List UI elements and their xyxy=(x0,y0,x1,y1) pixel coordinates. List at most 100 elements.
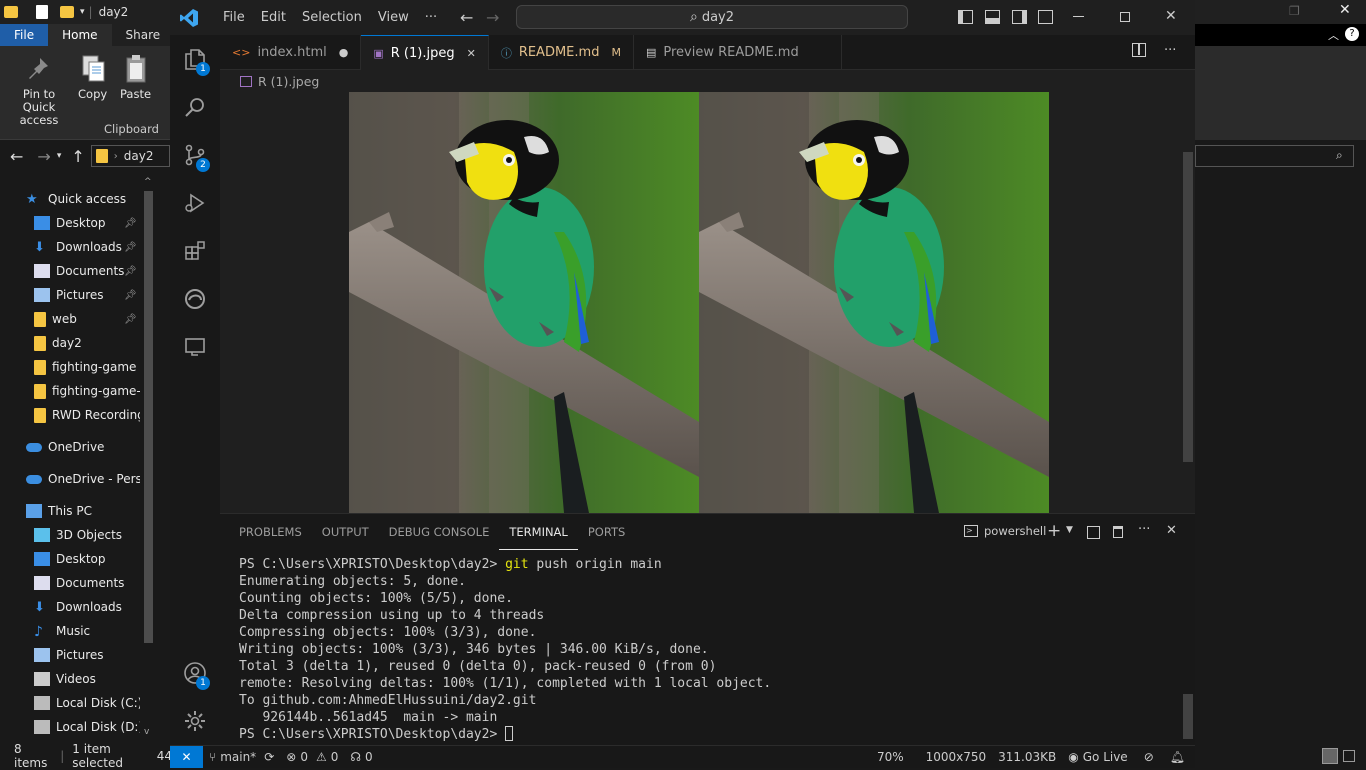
explorer-activity[interactable]: 1 xyxy=(170,35,220,83)
up-arrow-icon[interactable]: ↑ xyxy=(71,147,84,166)
paste-button[interactable]: Paste xyxy=(120,54,151,101)
nav-item[interactable]: day2 xyxy=(0,332,140,354)
ports-indicator[interactable]: ☊ 0 xyxy=(344,746,378,768)
chevron-down-icon[interactable]: ▾ xyxy=(80,7,85,17)
nav-item-label: Pictures xyxy=(56,648,104,662)
go-live-button[interactable]: ◉ Go Live xyxy=(1062,746,1133,768)
nav-item[interactable]: Documents 📌︎ xyxy=(0,260,140,282)
tab-debug-console[interactable]: DEBUG CONSOLE xyxy=(379,514,500,550)
nav-item[interactable]: web 📌︎ xyxy=(0,308,140,330)
trash-icon[interactable] xyxy=(1113,526,1123,538)
editor-tab[interactable]: ▤ Preview README.md xyxy=(634,35,842,70)
back-arrow-icon[interactable]: ← xyxy=(10,147,23,166)
command-center-search[interactable]: ⌕ day2 xyxy=(516,5,908,29)
nav-item[interactable]: Local Disk (C:) xyxy=(0,692,140,714)
nav-item[interactable]: ♪ Music xyxy=(0,620,140,642)
notifications-bell-icon[interactable]: 🔔︎ xyxy=(1164,746,1195,768)
toggle-panel-icon[interactable] xyxy=(985,10,1000,24)
nav-item[interactable]: Documents xyxy=(0,572,140,594)
tab-problems[interactable]: PROBLEMS xyxy=(229,514,312,550)
edge-devtools-activity[interactable] xyxy=(170,275,220,323)
pin-quick-access-button[interactable]: Pin to Quick access xyxy=(6,54,72,127)
more-actions-icon[interactable]: ··· xyxy=(1164,43,1176,58)
toggle-secondary-sidebar-icon[interactable] xyxy=(1012,10,1027,24)
nav-item[interactable]: Desktop xyxy=(0,548,140,570)
editor-scrollbar[interactable] xyxy=(1181,92,1195,513)
nav-item[interactable]: Pictures 📌︎ xyxy=(0,284,140,306)
chevron-down-icon[interactable]: ▼ xyxy=(1066,525,1073,535)
tab-file[interactable]: File xyxy=(0,24,49,46)
close-icon[interactable]: ✕ xyxy=(1165,8,1177,24)
chevron-down-icon[interactable]: ▾ xyxy=(57,151,62,161)
search-input[interactable]: ⌕ xyxy=(1195,145,1354,167)
nav-item[interactable]: Local Disk (D:) xyxy=(0,716,140,738)
new-terminal-icon[interactable]: + xyxy=(1047,521,1061,541)
nav-item[interactable]: ⬇ Downloads 📌︎ xyxy=(0,236,140,258)
nav-item[interactable]: This PC xyxy=(0,500,140,522)
nav-item[interactable]: fighting-game xyxy=(0,356,140,378)
tab-ports[interactable]: PORTS xyxy=(578,514,635,550)
customize-layout-icon[interactable] xyxy=(1038,10,1053,24)
problems-indicator[interactable]: ⊗ 0 ⚠ 0 xyxy=(280,746,344,768)
terminal-output[interactable]: PS C:\Users\XPRISTO\Desktop\day2> git pu… xyxy=(239,556,1179,743)
tab-home[interactable]: Home xyxy=(48,24,112,46)
tab-terminal[interactable]: TERMINAL xyxy=(499,514,578,550)
menu-file[interactable]: File xyxy=(215,10,253,25)
terminal-selector[interactable]: > powershell xyxy=(964,524,1046,538)
split-terminal-icon[interactable] xyxy=(1087,526,1100,539)
editor-tab[interactable]: <> index.html ● xyxy=(220,35,362,70)
more-actions-icon[interactable]: ··· xyxy=(1138,522,1150,537)
folder-icon[interactable] xyxy=(60,6,74,18)
nav-item[interactable]: ★ Quick access xyxy=(0,188,140,210)
forward-arrow-icon[interactable]: → xyxy=(486,8,499,27)
forward-arrow-icon[interactable]: → xyxy=(37,147,50,166)
address-field[interactable]: › day2 xyxy=(90,145,170,167)
details-view-icon[interactable] xyxy=(1322,748,1338,764)
search-activity[interactable] xyxy=(170,83,220,131)
maximize-icon[interactable] xyxy=(1120,12,1130,22)
extensions-activity[interactable] xyxy=(170,227,220,275)
nav-item[interactable]: OneDrive - Persor xyxy=(0,468,140,490)
source-control-activity[interactable]: 2 xyxy=(170,131,220,179)
nav-item[interactable]: 3D Objects xyxy=(0,524,140,546)
nav-item[interactable]: OneDrive xyxy=(0,436,140,458)
split-editor-icon[interactable] xyxy=(1132,43,1146,57)
close-panel-icon[interactable]: ✕ xyxy=(1166,523,1177,538)
nav-item[interactable]: Desktop 📌︎ xyxy=(0,212,140,234)
remote-explorer-activity[interactable] xyxy=(170,323,220,371)
menu-more[interactable]: ··· xyxy=(417,10,445,25)
copilot-icon[interactable]: ⊘ xyxy=(1134,746,1164,768)
menu-selection[interactable]: Selection xyxy=(294,10,370,25)
tab-share[interactable]: Share xyxy=(112,24,175,46)
back-arrow-icon[interactable]: ← xyxy=(460,8,473,27)
nav-item[interactable]: Videos xyxy=(0,668,140,690)
nav-item[interactable]: Pictures xyxy=(0,644,140,666)
editor-tab[interactable]: ▣ R (1).jpeg ✕ xyxy=(361,35,489,70)
copy-button[interactable]: Copy xyxy=(78,54,107,101)
large-icons-view-icon[interactable] xyxy=(1343,750,1355,762)
menu-view[interactable]: View xyxy=(370,10,417,25)
nav-scrollbar[interactable]: ^ v xyxy=(141,175,156,744)
checklist-icon[interactable] xyxy=(36,5,48,19)
terminal-scrollbar[interactable] xyxy=(1181,559,1195,744)
nav-item[interactable]: RWD Recording xyxy=(0,404,140,426)
pin-icon xyxy=(29,58,48,79)
zoom-indicator[interactable]: 70% xyxy=(871,746,910,768)
help-icon[interactable]: ? xyxy=(1345,27,1359,41)
close-icon[interactable]: ✕ xyxy=(1339,2,1351,18)
remote-indicator[interactable]: ✕ xyxy=(170,746,203,768)
toggle-sidebar-icon[interactable] xyxy=(958,10,973,24)
branch-indicator[interactable]: ⑂ main* ⟳ xyxy=(203,746,280,768)
tab-output[interactable]: OUTPUT xyxy=(312,514,379,550)
run-debug-activity[interactable] xyxy=(170,179,220,227)
accounts-activity[interactable]: 1 xyxy=(170,649,220,697)
nav-item[interactable]: fighting-game-r xyxy=(0,380,140,402)
nav-item[interactable]: ⬇ Downloads xyxy=(0,596,140,618)
manage-activity[interactable] xyxy=(170,697,220,745)
minimize-icon[interactable] xyxy=(1073,16,1084,17)
restore-icon[interactable]: ❐ xyxy=(1289,4,1300,18)
editor-tab[interactable]: ⓘ README.md M xyxy=(489,35,634,70)
close-tab-icon[interactable]: ✕ xyxy=(467,47,476,60)
menu-edit[interactable]: Edit xyxy=(253,10,294,25)
chevron-up-icon[interactable]: ︿ xyxy=(1328,27,1339,43)
